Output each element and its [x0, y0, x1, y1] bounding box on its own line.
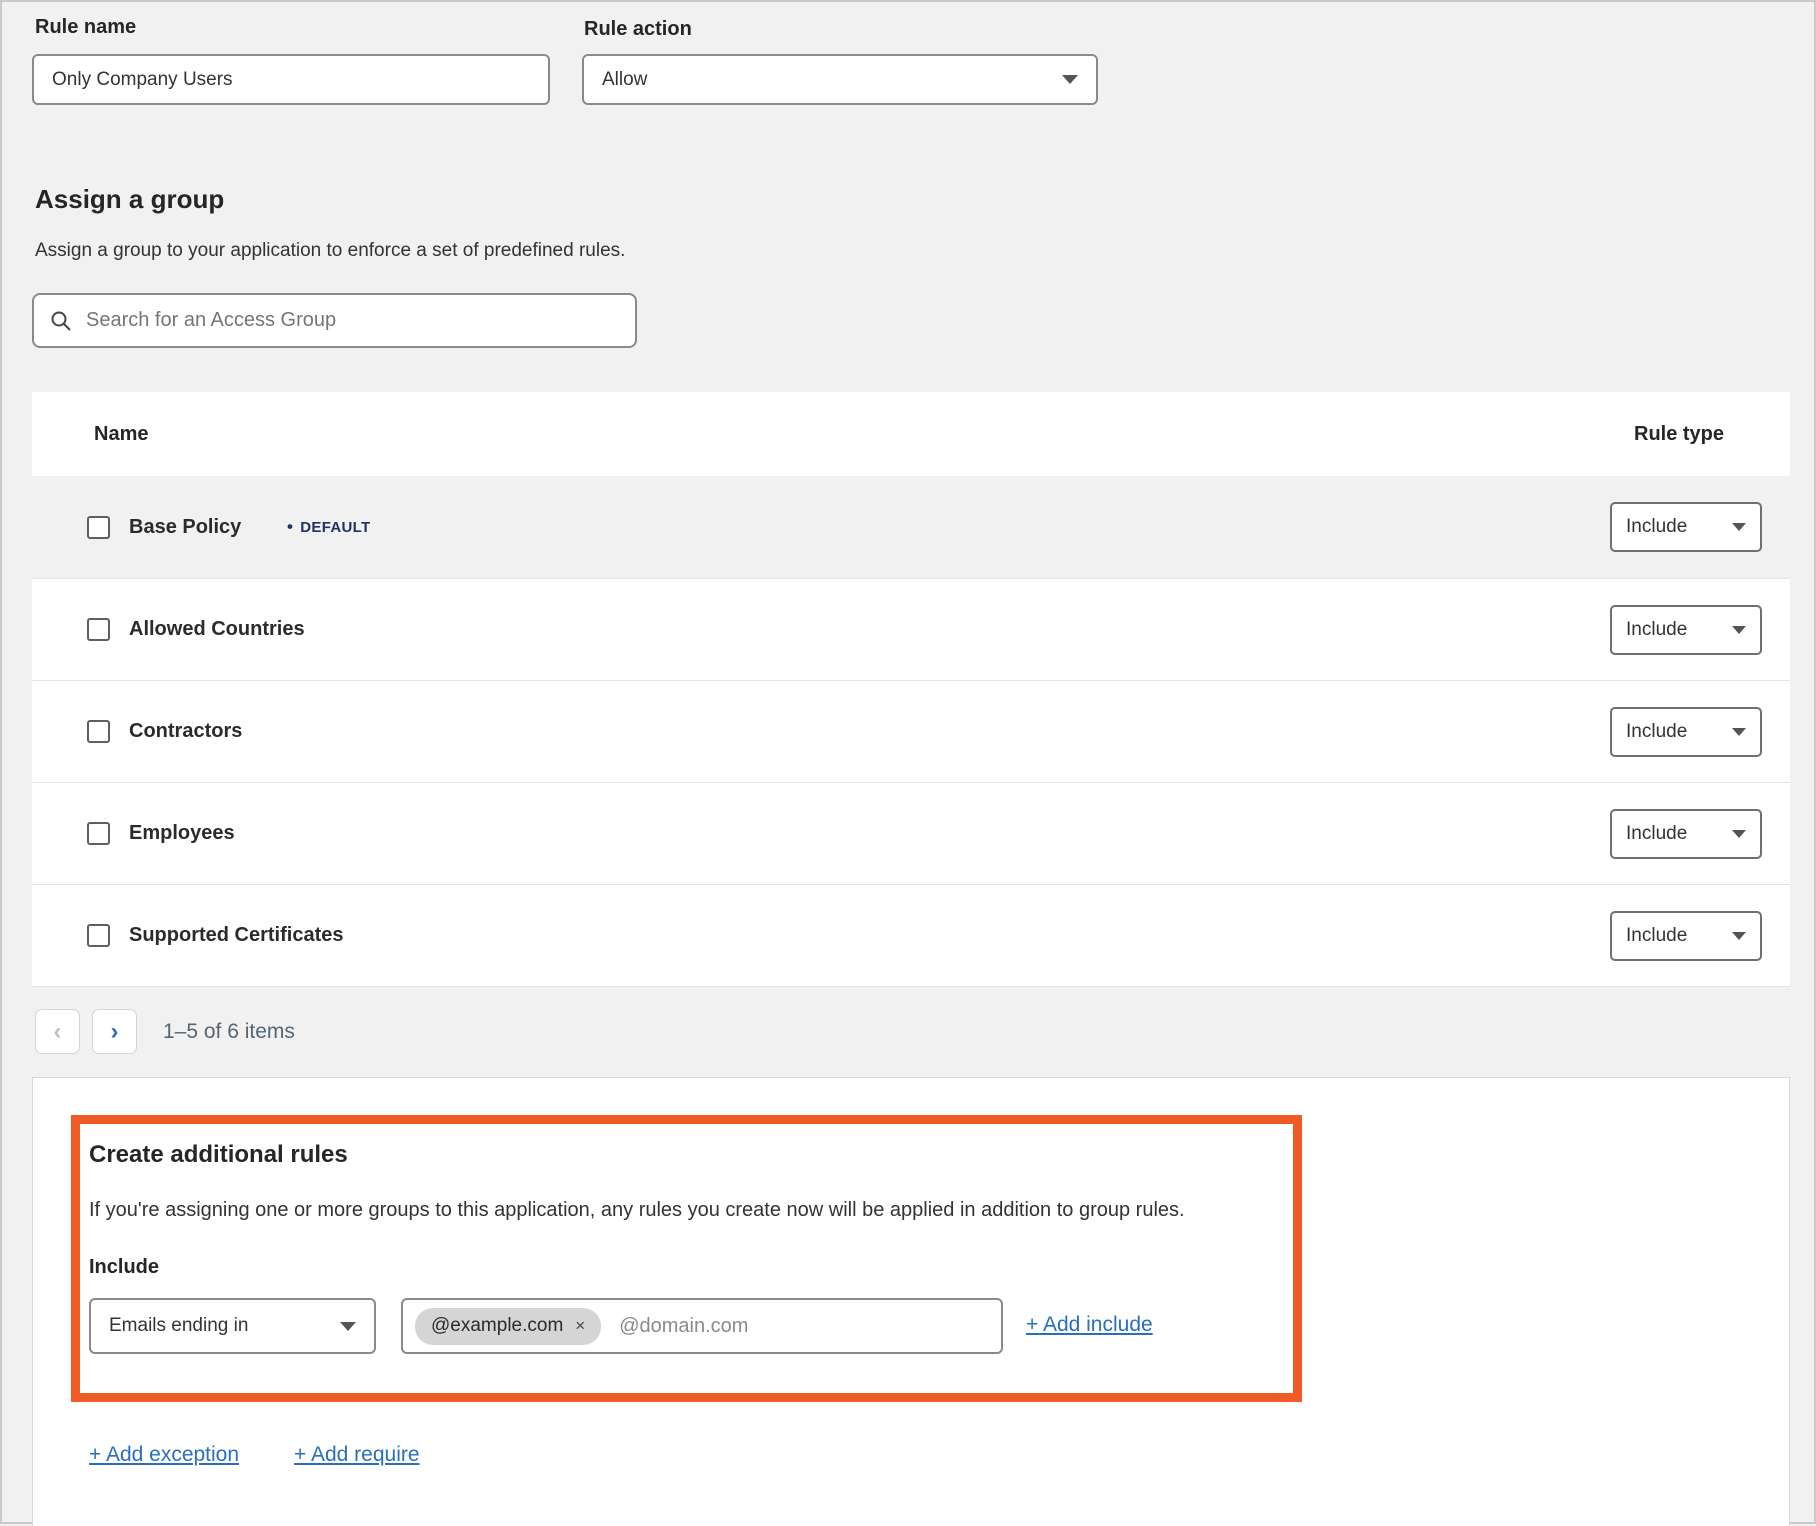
column-header-rule-type: Rule type [1634, 423, 1724, 446]
rule-type-select[interactable]: Include [1610, 605, 1762, 655]
rule-type-select[interactable]: Include [1610, 502, 1762, 552]
chevron-left-icon: ‹ [54, 1018, 62, 1046]
row-name: Base Policy [129, 516, 241, 539]
table-row-employees: Employees Include [32, 782, 1790, 884]
rule-type-select[interactable]: Include [1610, 809, 1762, 859]
badge-label: DEFAULT [300, 519, 370, 536]
row-checkbox[interactable] [87, 516, 110, 539]
chevron-down-icon [1732, 626, 1746, 634]
search-input[interactable] [86, 309, 619, 332]
table-header-row: Name Rule type [32, 392, 1790, 476]
chevron-down-icon [340, 1322, 356, 1331]
chevron-down-icon [1732, 830, 1746, 838]
row-checkbox[interactable] [87, 618, 110, 641]
rule-action-select[interactable]: Allow [582, 54, 1098, 105]
rule-name-label: Rule name [35, 16, 136, 39]
access-group-search [32, 293, 637, 348]
assign-group-heading: Assign a group [35, 184, 224, 215]
rule-type-value: Include [1626, 721, 1687, 743]
email-domain-chip: @example.com × [415, 1308, 601, 1345]
include-label: Include [89, 1256, 159, 1279]
email-domain-tag-input: @example.com × [401, 1298, 1003, 1354]
table-row-supported-certificates: Supported Certificates Include [32, 884, 1790, 986]
badge-bullet: • [287, 517, 293, 537]
row-checkbox[interactable] [87, 822, 110, 845]
rule-type-value: Include [1626, 925, 1687, 947]
additional-rules-description: If you're assigning one or more groups t… [89, 1199, 1185, 1222]
column-header-name: Name [94, 423, 148, 446]
row-name: Allowed Countries [129, 618, 305, 641]
access-groups-table: Name Rule type Base Policy • DEFAULT Inc… [32, 392, 1790, 987]
add-include-link[interactable]: + Add include [1026, 1313, 1153, 1337]
rule-type-value: Include [1626, 516, 1687, 538]
rule-type-value: Include [1626, 619, 1687, 641]
add-exception-link[interactable]: + Add exception [89, 1443, 239, 1467]
row-name: Supported Certificates [129, 924, 343, 947]
chevron-down-icon [1732, 523, 1746, 531]
search-icon [50, 310, 72, 332]
assign-group-description: Assign a group to your application to en… [35, 240, 625, 262]
rule-action-label: Rule action [584, 18, 692, 41]
chevron-down-icon [1732, 728, 1746, 736]
rule-action-value: Allow [602, 69, 647, 91]
rule-name-input[interactable] [32, 54, 550, 105]
row-name: Employees [129, 822, 235, 845]
pagination: ‹ › 1–5 of 6 items [35, 1009, 295, 1054]
table-row-contractors: Contractors Include [32, 680, 1790, 782]
row-checkbox[interactable] [87, 720, 110, 743]
default-badge: • DEFAULT [287, 517, 370, 537]
rule-type-value: Include [1626, 823, 1687, 845]
additional-rules-card: Create additional rules If you're assign… [32, 1077, 1790, 1526]
table-row-base-policy: Base Policy • DEFAULT Include [32, 476, 1790, 578]
additional-rules-heading: Create additional rules [89, 1141, 348, 1169]
previous-page-button[interactable]: ‹ [35, 1009, 80, 1054]
chip-label: @example.com [431, 1315, 563, 1337]
include-condition-select[interactable]: Emails ending in [89, 1298, 376, 1354]
row-name: Contractors [129, 720, 242, 743]
rule-type-select[interactable]: Include [1610, 707, 1762, 757]
add-require-link[interactable]: + Add require [294, 1443, 420, 1467]
next-page-button[interactable]: › [92, 1009, 137, 1054]
footer-links: + Add exception + Add require [89, 1443, 420, 1467]
chevron-down-icon [1732, 932, 1746, 940]
chevron-down-icon [1062, 75, 1078, 84]
access-rule-settings-page: Rule name Rule action Allow Assign a gro… [0, 0, 1816, 1524]
chevron-right-icon: › [111, 1018, 119, 1046]
email-domain-input[interactable] [619, 1315, 989, 1338]
rule-type-select[interactable]: Include [1610, 911, 1762, 961]
include-condition-value: Emails ending in [109, 1315, 248, 1337]
row-checkbox[interactable] [87, 924, 110, 947]
pagination-summary: 1–5 of 6 items [163, 1020, 295, 1044]
remove-chip-icon[interactable]: × [575, 1316, 585, 1336]
table-row-allowed-countries: Allowed Countries Include [32, 578, 1790, 680]
